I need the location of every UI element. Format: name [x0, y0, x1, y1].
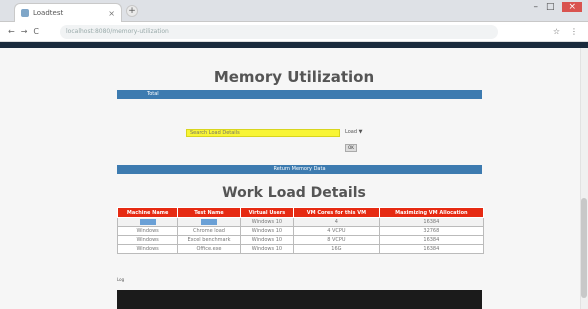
- table-header: Test Name: [177, 207, 241, 218]
- table-cell: Windows 10: [239, 217, 295, 227]
- workload-table: Machine Name Test Name Virtual Users VM …: [116, 207, 485, 254]
- table-row: Windows Chrome load Windows 10 4 VCPU 32…: [116, 226, 485, 236]
- summary-bar: Total: [117, 90, 482, 99]
- table-cell: [116, 217, 179, 227]
- table-cell: Windows 10: [239, 244, 295, 254]
- table-header: VM Cores for this VM: [293, 207, 380, 218]
- table-cell: 4 VCPU: [293, 226, 380, 236]
- vertical-scrollbar[interactable]: [580, 48, 588, 309]
- machine-input[interactable]: [139, 218, 156, 225]
- table-cell: Windows 10: [239, 235, 295, 245]
- table-cell: 8 VCPU: [293, 235, 380, 245]
- page-title: Memory Utilization: [213, 68, 375, 86]
- table-cell: [177, 217, 241, 227]
- table-cell: 16G: [293, 244, 380, 254]
- table-cell: Windows 10: [239, 226, 295, 236]
- log-label: Log: [117, 277, 125, 282]
- table-header: Virtual Users: [239, 207, 295, 218]
- browser-window: Loadtest × + – □ × ← → C localhost:8080/…: [0, 0, 588, 309]
- table-cell: 4: [293, 217, 380, 227]
- table-row: Windows 10 4 16384: [116, 217, 485, 227]
- browser-tab[interactable]: Loadtest ×: [14, 3, 122, 22]
- table-header: Maximizing VM Allocation: [378, 207, 485, 218]
- workload-title: Work Load Details: [222, 185, 366, 201]
- table-cell: 16384: [378, 217, 485, 227]
- search-input[interactable]: Search Load Details: [186, 129, 340, 137]
- new-tab-button[interactable]: +: [126, 5, 138, 17]
- table-cell: Windows: [116, 235, 179, 245]
- table-row: Windows Office.exe Windows 10 16G 16384: [116, 244, 485, 254]
- table-cell: Chrome load: [177, 226, 241, 236]
- toolbar-icons: ☆ ⋮: [553, 27, 578, 36]
- window-controls: – □ ×: [533, 2, 582, 12]
- load-dropdown[interactable]: Load ▼: [345, 129, 362, 135]
- tab-close-icon[interactable]: ×: [108, 9, 115, 18]
- tab-title: Loadtest: [33, 9, 64, 17]
- reload-icon[interactable]: C: [33, 27, 39, 36]
- tab-bar: Loadtest × + – □ ×: [0, 0, 588, 22]
- table-cell: Windows: [116, 244, 179, 254]
- nav-buttons: ← → C: [0, 27, 60, 36]
- console-output: [117, 290, 482, 309]
- favicon-icon: [21, 9, 29, 17]
- ok-button[interactable]: OK: [345, 144, 357, 152]
- table-row: Windows Excel benchmark Windows 10 8 VCP…: [116, 235, 485, 245]
- minimize-icon[interactable]: –: [533, 2, 538, 12]
- address-bar: ← → C localhost:8080/memory-utilization …: [0, 22, 588, 42]
- table-cell: Office.exe: [177, 244, 241, 254]
- table-cell: Excel benchmark: [177, 235, 241, 245]
- table-cell: 16384: [378, 244, 485, 254]
- return-data-button[interactable]: Return Memory Data: [117, 165, 482, 174]
- table-cell: 16384: [378, 235, 485, 245]
- table-cell: Windows: [116, 226, 179, 236]
- url-input[interactable]: localhost:8080/memory-utilization: [60, 24, 498, 39]
- close-icon[interactable]: ×: [562, 2, 582, 12]
- bookmark-star-icon[interactable]: ☆: [553, 27, 560, 36]
- menu-icon[interactable]: ⋮: [570, 27, 578, 36]
- table-header: Machine Name: [116, 207, 179, 218]
- forward-icon[interactable]: →: [21, 27, 28, 36]
- scrollbar-thumb[interactable]: [581, 198, 587, 298]
- maximize-icon[interactable]: □: [546, 2, 555, 12]
- page-content: Memory Utilization Total Search Load Det…: [0, 48, 588, 309]
- test-input[interactable]: [200, 218, 217, 225]
- table-cell: 32768: [378, 226, 485, 236]
- back-icon[interactable]: ←: [8, 27, 15, 36]
